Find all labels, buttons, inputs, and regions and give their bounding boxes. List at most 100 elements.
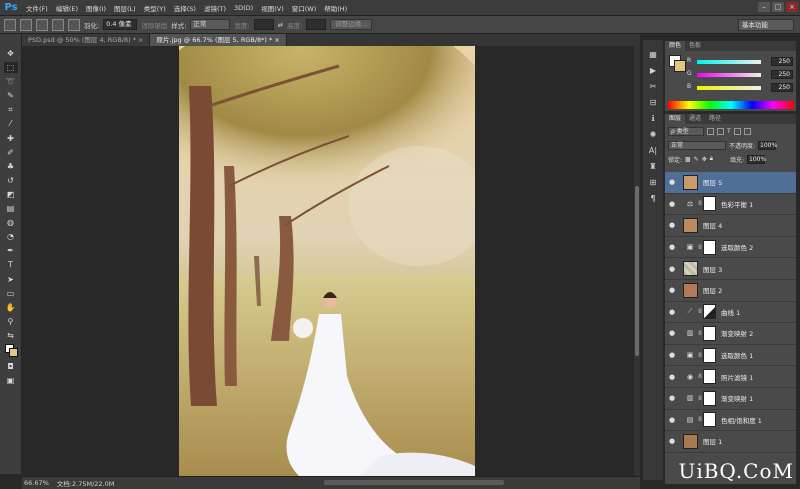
eye-icon[interactable]: ● — [665, 221, 679, 229]
layer-row[interactable]: ● 图层 1 — [665, 431, 796, 453]
eye-icon[interactable]: ● — [665, 351, 679, 359]
filter-adjustment-icon[interactable] — [717, 127, 724, 135]
eyedropper-tool-icon[interactable]: ⁄ — [4, 118, 18, 129]
maximize-button[interactable]: □ — [772, 2, 784, 12]
canvas-area[interactable] — [22, 46, 634, 476]
eye-icon[interactable]: ● — [665, 265, 679, 273]
red-slider[interactable] — [697, 60, 761, 64]
menu-filter[interactable]: 滤镜(T) — [200, 3, 230, 13]
close-button[interactable]: × — [786, 2, 798, 12]
filter-type-icon[interactable]: T — [727, 128, 731, 135]
layer-row[interactable]: ● 图层 3 — [665, 258, 796, 280]
feather-input[interactable]: 0.4 像素 — [103, 19, 138, 30]
menu-select[interactable]: 选择(S) — [170, 3, 200, 13]
document-size[interactable]: 文档:2.75M/22.0M — [57, 478, 115, 488]
swap-colors-icon[interactable]: ⇆ — [4, 330, 18, 341]
color-swatches[interactable] — [4, 343, 18, 358]
intersect-selection-icon[interactable] — [68, 18, 80, 31]
eye-icon[interactable]: ● — [665, 329, 679, 337]
filter-shape-icon[interactable] — [733, 127, 741, 135]
layer-row[interactable]: ● ▣ 8 选取颜色 2 — [665, 237, 796, 259]
new-selection-icon[interactable] — [20, 18, 32, 31]
layer-row[interactable]: ● ⚖ 8 色彩平衡 1 — [665, 194, 796, 216]
brush-settings-icon[interactable]: ✺ — [647, 130, 659, 140]
lasso-tool-icon[interactable]: ➰ — [4, 76, 18, 87]
layer-row[interactable]: ● 图层 2 — [665, 280, 796, 302]
minimize-button[interactable]: – — [758, 2, 770, 12]
blue-value-input[interactable]: 250 — [771, 83, 793, 92]
filter-smart-object-icon[interactable] — [743, 127, 751, 135]
move-tool-icon[interactable]: ✥ — [4, 48, 18, 59]
screen-mode-icon[interactable]: ▣ — [4, 375, 18, 386]
properties-panel-icon[interactable]: ⊞ — [647, 178, 659, 188]
hand-tool-icon[interactable]: ✋ — [4, 302, 18, 313]
lock-pixels-icon[interactable]: ✎ — [694, 156, 699, 163]
opacity-input[interactable]: 100% — [758, 140, 777, 150]
tab-color[interactable]: 颜色 — [665, 41, 686, 51]
refine-edge-button[interactable]: 调整边缘... — [330, 19, 373, 30]
layer-row[interactable]: ● ▣ 8 选取颜色 1 — [665, 345, 796, 367]
eye-icon[interactable]: ● — [665, 373, 679, 381]
gradient-tool-icon[interactable]: ▤ — [4, 203, 18, 214]
horizontal-scrollbar[interactable] — [324, 480, 504, 485]
green-value-input[interactable]: 250 — [771, 70, 793, 79]
vertical-scrollbar[interactable] — [634, 46, 640, 476]
red-value-input[interactable]: 250 — [771, 57, 793, 66]
eye-icon[interactable]: ● — [665, 200, 679, 208]
width-input[interactable] — [253, 19, 274, 30]
info-panel-icon[interactable]: ℹ — [647, 114, 659, 124]
eye-icon[interactable]: ● — [665, 178, 679, 186]
history-panel-icon[interactable]: ▦ — [647, 50, 659, 60]
healing-brush-tool-icon[interactable]: ✚ — [4, 133, 18, 144]
lock-transparency-icon[interactable]: ▩ — [685, 156, 691, 163]
shape-tool-icon[interactable]: ▭ — [4, 288, 18, 299]
type-tool-icon[interactable]: T — [4, 259, 18, 270]
layer-row[interactable]: ● ▤ 8 色相/饱和度 1 — [665, 410, 796, 432]
style-select[interactable]: 正常 — [190, 19, 231, 30]
layer-row[interactable]: ● ▥ 8 渐变映射 1 — [665, 388, 796, 410]
menu-type[interactable]: 类型(Y) — [140, 3, 170, 13]
filter-pixel-icon[interactable] — [707, 127, 714, 135]
paragraph-panel-icon[interactable]: ¶ — [647, 194, 659, 204]
dodge-tool-icon[interactable]: ◔ — [4, 231, 18, 242]
tab-paths[interactable]: 路径 — [705, 114, 725, 124]
menu-image[interactable]: 图像(I) — [82, 3, 110, 13]
tab-channels[interactable]: 通道 — [685, 114, 705, 124]
vertical-scroll-thumb[interactable] — [635, 186, 639, 356]
green-slider[interactable] — [697, 73, 761, 77]
tab-swatches[interactable]: 色板 — [685, 41, 705, 51]
eye-icon[interactable]: ● — [665, 437, 679, 445]
menu-view[interactable]: 视图(V) — [257, 3, 288, 13]
workspace-select[interactable]: 基本功能 — [738, 19, 794, 31]
tab-layers[interactable]: 图层 — [665, 114, 686, 124]
menu-3d[interactable]: 3D(D) — [230, 4, 257, 12]
add-selection-icon[interactable] — [36, 18, 48, 31]
tools-presets-icon[interactable]: ✂ — [647, 82, 659, 92]
eye-icon[interactable]: ● — [665, 286, 679, 294]
crop-tool-icon[interactable]: ⌗ — [4, 104, 18, 115]
layer-row[interactable]: ● ⟋ 8 曲线 1 — [665, 302, 796, 324]
actions-panel-icon[interactable]: ▶ — [647, 66, 659, 76]
marquee-tool-icon[interactable]: ⬚ — [3, 62, 18, 74]
antialias-checkbox[interactable]: 消除锯齿 — [141, 20, 167, 30]
marquee-preset-icon[interactable] — [4, 18, 16, 31]
path-select-tool-icon[interactable]: ➤ — [4, 274, 18, 285]
layer-row[interactable]: ● 图层 5 — [665, 172, 796, 194]
menu-edit[interactable]: 编辑(E) — [52, 3, 82, 13]
adjustments-panel-icon[interactable]: ⊟ — [647, 98, 659, 108]
brush-tool-icon[interactable]: ✐ — [4, 147, 18, 158]
eraser-tool-icon[interactable]: ◩ — [4, 189, 18, 200]
background-swatch[interactable] — [674, 60, 686, 72]
menu-layer[interactable]: 图层(L) — [110, 3, 140, 13]
quick-select-tool-icon[interactable]: ✎ — [4, 90, 18, 101]
swap-icon[interactable]: ⇄ — [278, 21, 283, 29]
blur-tool-icon[interactable]: ◍ — [4, 217, 18, 228]
layer-row[interactable]: ● 图层 4 — [665, 215, 796, 237]
height-input[interactable] — [306, 19, 327, 30]
fill-input[interactable]: 100% — [747, 154, 766, 164]
wedding-photo[interactable] — [179, 46, 475, 476]
eye-icon[interactable]: ● — [665, 416, 679, 424]
zoom-level[interactable]: 66.67% — [24, 479, 49, 487]
blend-mode-select[interactable]: 正常 — [668, 140, 726, 150]
tab-psd-document[interactable]: PSD.psd @ 50% (图层 4, RGB/8) * × — [22, 34, 151, 46]
